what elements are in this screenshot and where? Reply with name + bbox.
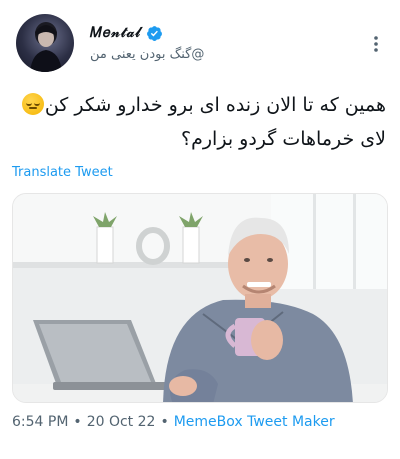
media-photo [13, 194, 387, 402]
tweet-meta: 6:54 PM • 20 Oct 22 • MemeBox Tweet Make… [12, 414, 335, 430]
tweet-card: 𝑀𝑒𝓃𝓉𝒶𝓁 @گنگ بودن یعنی من همین که تا الان… [0, 0, 400, 459]
tweet-text-line-1: همین که تا الان زنده ای برو خدارو شکر کن [14, 88, 386, 122]
tweet-media-image[interactable] [12, 193, 388, 403]
meta-separator: • [160, 414, 169, 430]
tweet-date[interactable]: 20 Oct 22 [87, 414, 156, 430]
tweet-text-line-1-content: همین که تا الان زنده ای برو خدارو شکر کن [44, 94, 386, 116]
user-info: 𝑀𝑒𝓃𝓉𝒶𝓁 @گنگ بودن یعنی من [90, 22, 204, 62]
tweet-time[interactable]: 6:54 PM [12, 414, 68, 430]
avatar[interactable] [16, 14, 74, 72]
display-name[interactable]: 𝑀𝑒𝓃𝓉𝒶𝓁 [90, 25, 141, 41]
tweet-header: 𝑀𝑒𝓃𝓉𝒶𝓁 @گنگ بودن یعنی من [16, 14, 386, 74]
user-handle[interactable]: @گنگ بودن یعنی من [90, 47, 204, 62]
avatar-image [30, 22, 62, 72]
tweet-text: همین که تا الان زنده ای برو خدارو شکر کن… [14, 88, 386, 156]
meta-separator: • [73, 414, 82, 430]
verified-badge-icon [147, 25, 162, 41]
tweet-text-line-2: لای خرماهات گردو بزارم؟ [181, 128, 386, 150]
more-vertical-icon[interactable] [366, 34, 386, 54]
tweet-source-link[interactable]: MemeBox Tweet Maker [174, 414, 335, 430]
translate-tweet-link[interactable]: Translate Tweet [12, 165, 113, 180]
pensive-face-emoji [21, 93, 44, 115]
name-row: 𝑀𝑒𝓃𝓉𝒶𝓁 [90, 22, 204, 44]
